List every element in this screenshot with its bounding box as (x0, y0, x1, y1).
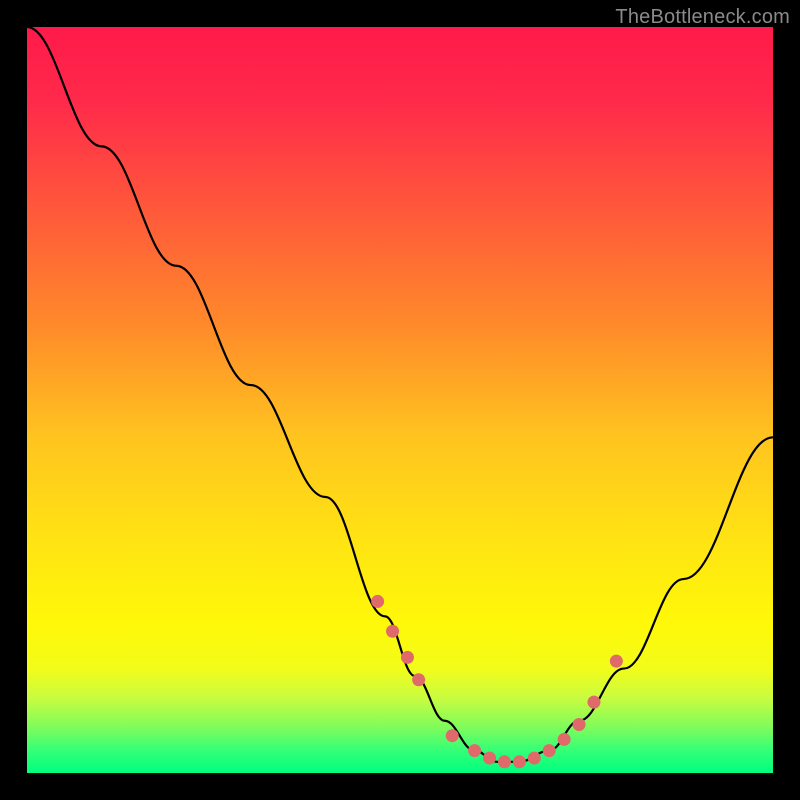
watermark-text: TheBottleneck.com (615, 6, 790, 29)
data-dot (543, 744, 556, 757)
data-dot (498, 755, 511, 768)
data-dot (468, 744, 481, 757)
data-dot (587, 696, 600, 709)
data-dot (513, 755, 526, 768)
chart-frame: TheBottleneck.com (0, 0, 800, 800)
data-dot (412, 673, 425, 686)
data-dot (401, 651, 414, 664)
data-dot (483, 752, 496, 765)
gradient-plot-area (27, 27, 773, 773)
bottleneck-curve (27, 27, 773, 762)
chart-svg (27, 27, 773, 773)
data-dot (610, 655, 623, 668)
data-dot (573, 718, 586, 731)
data-dot (528, 752, 541, 765)
data-dot (386, 625, 399, 638)
data-dot (446, 729, 459, 742)
data-dot (558, 733, 571, 746)
data-dot (371, 595, 384, 608)
data-dots (371, 595, 623, 768)
